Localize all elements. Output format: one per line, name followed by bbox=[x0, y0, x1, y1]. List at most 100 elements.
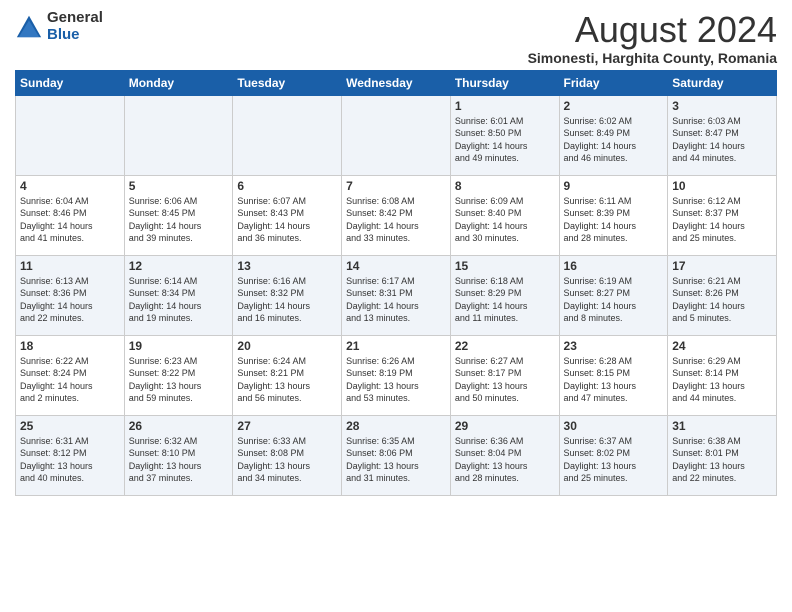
day-cell: 5Sunrise: 6:06 AM Sunset: 8:45 PM Daylig… bbox=[124, 175, 233, 255]
day-info: Sunrise: 6:21 AM Sunset: 8:26 PM Dayligh… bbox=[672, 275, 772, 325]
day-cell bbox=[342, 95, 451, 175]
day-info: Sunrise: 6:13 AM Sunset: 8:36 PM Dayligh… bbox=[20, 275, 120, 325]
day-cell: 14Sunrise: 6:17 AM Sunset: 8:31 PM Dayli… bbox=[342, 255, 451, 335]
header-sunday: Sunday bbox=[16, 70, 125, 95]
logo-general: General bbox=[47, 10, 103, 27]
day-cell: 28 Sunrise: 6:35 AM Sunset: 8:06 PM Dayli… bbox=[342, 415, 451, 495]
day-info: Sunrise: 6:16 AM Sunset: 8:32 PM Dayligh… bbox=[237, 275, 337, 325]
location-subtitle: Simonesti, Harghita County, Romania bbox=[528, 50, 777, 66]
day-info: Sunrise: 6:09 AM Sunset: 8:40 PM Dayligh… bbox=[455, 195, 555, 245]
day-cell: 3Sunrise: 6:03 AM Sunset: 8:47 PM Daylig… bbox=[668, 95, 777, 175]
day-number: 23 bbox=[564, 339, 664, 353]
day-number: 22 bbox=[455, 339, 555, 353]
day-cell bbox=[233, 95, 342, 175]
day-number: 20 bbox=[237, 339, 337, 353]
day-number: 26 bbox=[129, 419, 229, 433]
day-info: Sunrise: 6:18 AM Sunset: 8:29 PM Dayligh… bbox=[455, 275, 555, 325]
day-number: 31 bbox=[672, 419, 772, 433]
day-info: Sunrise: 6:37 AM Sunset: 8:02 PM Dayligh… bbox=[564, 435, 664, 485]
day-number: 4 bbox=[20, 179, 120, 193]
day-info: Sunrise: 6:35 AM Sunset: 8:06 PM Dayligh… bbox=[346, 435, 446, 485]
day-cell: 27Sunrise: 6:33 AM Sunset: 8:08 PM Dayli… bbox=[233, 415, 342, 495]
day-info: Sunrise: 6:33 AM Sunset: 8:08 PM Dayligh… bbox=[237, 435, 337, 485]
logo: General Blue bbox=[15, 10, 103, 43]
day-cell: 7 Sunrise: 6:08 AM Sunset: 8:42 PM Daylig… bbox=[342, 175, 451, 255]
day-cell: 22 Sunrise: 6:27 AM Sunset: 8:17 PM Dayli… bbox=[450, 335, 559, 415]
day-info: Sunrise: 6:28 AM Sunset: 8:15 PM Dayligh… bbox=[564, 355, 664, 405]
day-number: 3 bbox=[672, 99, 772, 113]
day-cell: 24 Sunrise: 6:29 AM Sunset: 8:14 PM Dayli… bbox=[668, 335, 777, 415]
day-number: 5 bbox=[129, 179, 229, 193]
main-container: General Blue August 2024 Simonesti, Harg… bbox=[0, 0, 792, 504]
header-monday: Monday bbox=[124, 70, 233, 95]
day-cell: 25 Sunrise: 6:31 AM Sunset: 8:12 PM Dayli… bbox=[16, 415, 125, 495]
day-info: Sunrise: 6:38 AM Sunset: 8:01 PM Dayligh… bbox=[672, 435, 772, 485]
header-wednesday: Wednesday bbox=[342, 70, 451, 95]
day-number: 14 bbox=[346, 259, 446, 273]
week-row-1: 1 Sunrise: 6:01 AM Sunset: 8:50 PM Daylig… bbox=[16, 95, 777, 175]
day-number: 13 bbox=[237, 259, 337, 273]
day-cell: 20 Sunrise: 6:24 AM Sunset: 8:21 PM Dayli… bbox=[233, 335, 342, 415]
week-row-2: 4 Sunrise: 6:04 AM Sunset: 8:46 PM Daylig… bbox=[16, 175, 777, 255]
day-number: 29 bbox=[455, 419, 555, 433]
day-cell: 17 Sunrise: 6:21 AM Sunset: 8:26 PM Dayli… bbox=[668, 255, 777, 335]
day-number: 30 bbox=[564, 419, 664, 433]
day-number: 1 bbox=[455, 99, 555, 113]
day-number: 6 bbox=[237, 179, 337, 193]
week-row-5: 25 Sunrise: 6:31 AM Sunset: 8:12 PM Dayli… bbox=[16, 415, 777, 495]
day-info: Sunrise: 6:02 AM Sunset: 8:49 PM Dayligh… bbox=[564, 115, 664, 165]
day-cell: 18Sunrise: 6:22 AM Sunset: 8:24 PM Dayli… bbox=[16, 335, 125, 415]
logo-blue: Blue bbox=[47, 27, 103, 44]
day-number: 24 bbox=[672, 339, 772, 353]
day-cell: 9Sunrise: 6:11 AM Sunset: 8:39 PM Daylig… bbox=[559, 175, 668, 255]
day-cell: 13 Sunrise: 6:16 AM Sunset: 8:32 PM Dayli… bbox=[233, 255, 342, 335]
day-cell: 12 Sunrise: 6:14 AM Sunset: 8:34 PM Dayli… bbox=[124, 255, 233, 335]
day-number: 12 bbox=[129, 259, 229, 273]
day-number: 28 bbox=[346, 419, 446, 433]
day-number: 10 bbox=[672, 179, 772, 193]
day-cell: 30 Sunrise: 6:37 AM Sunset: 8:02 PM Dayli… bbox=[559, 415, 668, 495]
day-info: Sunrise: 6:04 AM Sunset: 8:46 PM Dayligh… bbox=[20, 195, 120, 245]
day-number: 21 bbox=[346, 339, 446, 353]
day-cell: 23 Sunrise: 6:28 AM Sunset: 8:15 PM Dayli… bbox=[559, 335, 668, 415]
day-cell bbox=[16, 95, 125, 175]
day-info: Sunrise: 6:12 AM Sunset: 8:37 PM Dayligh… bbox=[672, 195, 772, 245]
day-cell: 2Sunrise: 6:02 AM Sunset: 8:49 PM Daylig… bbox=[559, 95, 668, 175]
day-info: Sunrise: 6:29 AM Sunset: 8:14 PM Dayligh… bbox=[672, 355, 772, 405]
day-info: Sunrise: 6:27 AM Sunset: 8:17 PM Dayligh… bbox=[455, 355, 555, 405]
day-cell: 8 Sunrise: 6:09 AM Sunset: 8:40 PM Daylig… bbox=[450, 175, 559, 255]
day-number: 17 bbox=[672, 259, 772, 273]
header-saturday: Saturday bbox=[668, 70, 777, 95]
day-number: 9 bbox=[564, 179, 664, 193]
header: General Blue August 2024 Simonesti, Harg… bbox=[15, 10, 777, 66]
week-row-3: 11Sunrise: 6:13 AM Sunset: 8:36 PM Dayli… bbox=[16, 255, 777, 335]
day-info: Sunrise: 6:14 AM Sunset: 8:34 PM Dayligh… bbox=[129, 275, 229, 325]
day-number: 16 bbox=[564, 259, 664, 273]
month-title: August 2024 bbox=[528, 10, 777, 50]
day-cell: 10 Sunrise: 6:12 AM Sunset: 8:37 PM Dayli… bbox=[668, 175, 777, 255]
day-number: 7 bbox=[346, 179, 446, 193]
day-cell: 31 Sunrise: 6:38 AM Sunset: 8:01 PM Dayli… bbox=[668, 415, 777, 495]
logo-text: General Blue bbox=[47, 10, 103, 43]
day-info: Sunrise: 6:24 AM Sunset: 8:21 PM Dayligh… bbox=[237, 355, 337, 405]
day-cell: 16Sunrise: 6:19 AM Sunset: 8:27 PM Dayli… bbox=[559, 255, 668, 335]
header-thursday: Thursday bbox=[450, 70, 559, 95]
day-number: 25 bbox=[20, 419, 120, 433]
header-tuesday: Tuesday bbox=[233, 70, 342, 95]
day-info: Sunrise: 6:08 AM Sunset: 8:42 PM Dayligh… bbox=[346, 195, 446, 245]
day-number: 18 bbox=[20, 339, 120, 353]
day-number: 8 bbox=[455, 179, 555, 193]
header-row: SundayMondayTuesdayWednesdayThursdayFrid… bbox=[16, 70, 777, 95]
header-friday: Friday bbox=[559, 70, 668, 95]
day-cell bbox=[124, 95, 233, 175]
day-info: Sunrise: 6:23 AM Sunset: 8:22 PM Dayligh… bbox=[129, 355, 229, 405]
day-info: Sunrise: 6:32 AM Sunset: 8:10 PM Dayligh… bbox=[129, 435, 229, 485]
day-cell: 29 Sunrise: 6:36 AM Sunset: 8:04 PM Dayli… bbox=[450, 415, 559, 495]
week-row-4: 18Sunrise: 6:22 AM Sunset: 8:24 PM Dayli… bbox=[16, 335, 777, 415]
day-number: 19 bbox=[129, 339, 229, 353]
day-info: Sunrise: 6:36 AM Sunset: 8:04 PM Dayligh… bbox=[455, 435, 555, 485]
day-cell: 4 Sunrise: 6:04 AM Sunset: 8:46 PM Daylig… bbox=[16, 175, 125, 255]
day-cell: 21Sunrise: 6:26 AM Sunset: 8:19 PM Dayli… bbox=[342, 335, 451, 415]
day-info: Sunrise: 6:31 AM Sunset: 8:12 PM Dayligh… bbox=[20, 435, 120, 485]
day-info: Sunrise: 6:01 AM Sunset: 8:50 PM Dayligh… bbox=[455, 115, 555, 165]
